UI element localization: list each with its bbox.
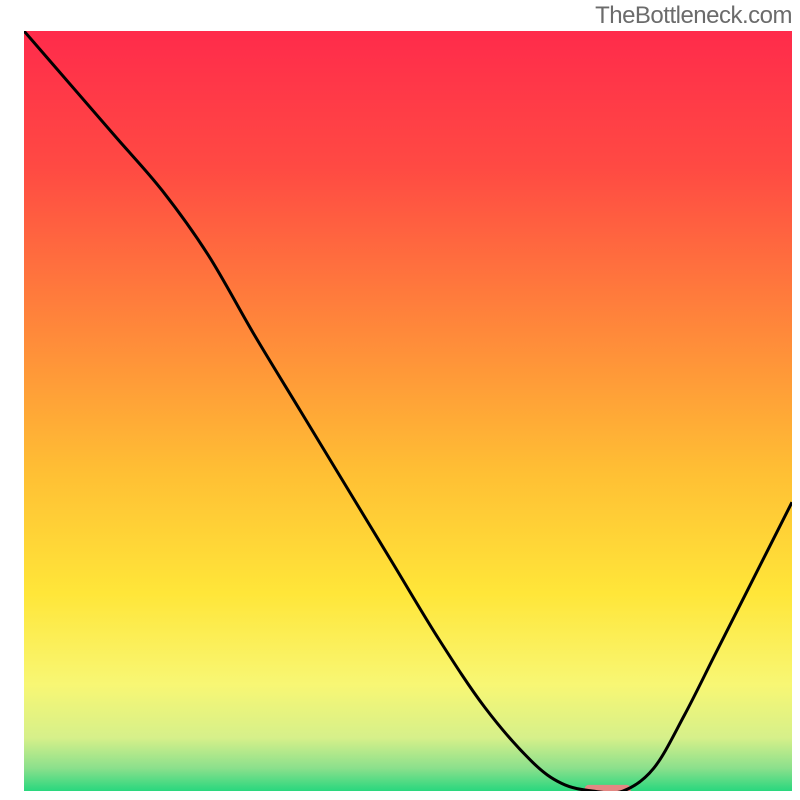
bottleneck-chart: TheBottleneck.com xyxy=(0,0,800,800)
plot-background xyxy=(24,31,792,791)
chart-svg xyxy=(0,0,800,800)
